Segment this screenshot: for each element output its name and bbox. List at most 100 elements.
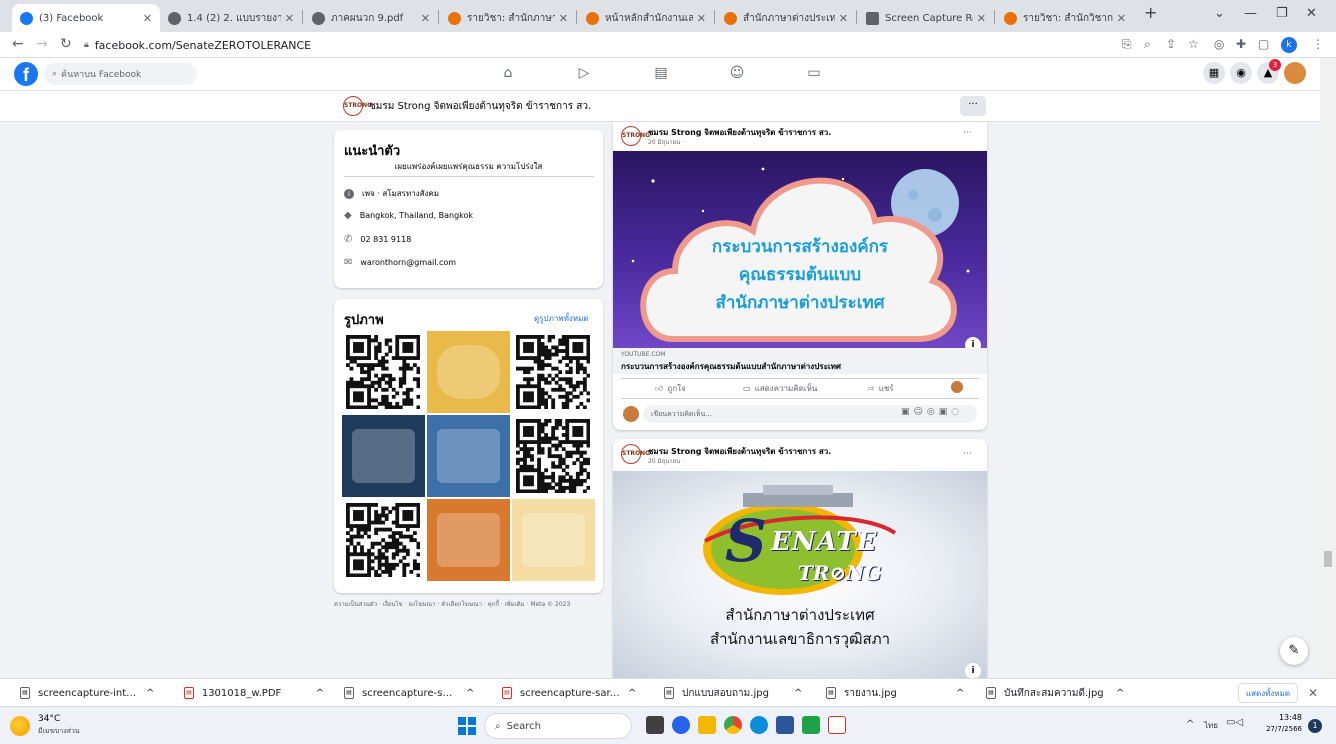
page-scrollbar[interactable] <box>1320 58 1336 678</box>
tab-search-icon[interactable]: ⌄ <box>1214 6 1225 21</box>
download-item[interactable]: ▤ 1301018_w.PDF ^ <box>184 683 324 703</box>
scrollbar-thumb[interactable] <box>1324 551 1332 567</box>
photo-thumbnail[interactable] <box>342 415 425 497</box>
close-tab-icon[interactable]: ✕ <box>285 12 294 25</box>
back-button[interactable]: ← <box>12 36 24 52</box>
gaming-icon[interactable]: ▭ <box>806 65 822 81</box>
photo-thumbnail[interactable] <box>427 499 510 581</box>
photo-thumbnail[interactable] <box>427 331 510 413</box>
download-item[interactable]: ▤ ปกแบบสอบถาม.jpg ^ <box>664 683 810 703</box>
download-item[interactable]: ▤ รายงาน.jpg ^ <box>826 683 970 703</box>
task-view-icon[interactable] <box>646 716 664 734</box>
post-author[interactable]: ชมรม Strong จิตพอเพียงต้านทุจริต ข้าราชก… <box>648 126 938 139</box>
file-explorer-icon[interactable] <box>698 716 716 734</box>
info-icon[interactable]: i <box>965 663 981 678</box>
profile-avatar[interactable]: k <box>1281 37 1297 53</box>
tab-course-foreign[interactable]: รายวิชา: สำนักภาษาต่างประเทศ ✕ <box>440 4 576 32</box>
share-button[interactable]: ⇨ แชร์ <box>868 382 894 395</box>
windows-start-icon[interactable] <box>458 717 476 735</box>
chrome-icon[interactable] <box>724 716 742 734</box>
weather-temp[interactable]: 34°C <box>38 714 60 724</box>
sidepanel-icon[interactable]: ▢ <box>1258 37 1269 51</box>
tab-pdf[interactable]: ภาคผนวก 9.pdf ✕ <box>304 4 438 32</box>
comment-attach-icons[interactable]: ▣☺◎▣◌ <box>901 407 963 417</box>
close-tab-icon[interactable]: ✕ <box>559 12 568 25</box>
post-image[interactable]: S ENATE TR⊘NG สำนักภาษาต่างประเทศ สำนักง… <box>613 471 987 678</box>
qr-code-photo[interactable] <box>342 499 425 581</box>
photo-thumbnail[interactable] <box>512 499 595 581</box>
line-icon[interactable] <box>802 716 820 734</box>
post-author-avatar[interactable]: STRONG <box>621 126 650 146</box>
weather-desc[interactable]: มีเมฆบางส่วน <box>38 726 80 737</box>
restore-button[interactable]: ❐ <box>1276 6 1288 21</box>
close-download-bar-icon[interactable]: ✕ <box>1308 683 1318 703</box>
download-item[interactable]: ▤ บันทึกสะสมความดี.jpg ^ <box>986 683 1130 703</box>
tray-overflow-icon[interactable]: ^ <box>1186 719 1194 730</box>
camera-extension-icon[interactable]: ◎ <box>1214 37 1224 51</box>
account-avatar[interactable] <box>1284 62 1306 84</box>
groups-icon[interactable]: ☺ <box>729 65 745 81</box>
notifications-bell-icon[interactable]: ▲ 3 <box>1257 59 1281 84</box>
messenger-icon[interactable]: ◉ <box>1230 62 1252 84</box>
qr-code-photo[interactable] <box>512 415 595 497</box>
post-more-button[interactable]: ··· <box>963 128 972 138</box>
download-item[interactable]: ▤screencapture-sar....pdf^ <box>502 683 646 703</box>
edge-icon[interactable] <box>750 716 768 734</box>
reaction-profile-avatar[interactable] <box>951 381 963 393</box>
page-more-button[interactable]: ··· <box>960 96 986 116</box>
url-field[interactable]: 🔒︎ facebook.com/SenateZEROTOLERANCE <box>84 35 1104 55</box>
comment-input[interactable]: เขียนความคิดเห็น... ▣☺◎▣◌ <box>643 405 977 423</box>
forward-button[interactable]: → <box>36 36 48 52</box>
reload-button[interactable]: ↻ <box>60 36 72 52</box>
see-all-photos-link[interactable]: ดูรูปภาพทั้งหมด <box>534 312 589 325</box>
close-tab-icon[interactable]: ✕ <box>977 12 986 25</box>
home-icon[interactable]: ⌂ <box>500 65 516 81</box>
post-video-thumbnail[interactable]: กระบวนการสร้างองค์กร คุณธรรมต้นแบบ สำนัก… <box>613 151 987 348</box>
minimize-button[interactable]: — <box>1244 6 1257 21</box>
tab-report[interactable]: 1.4 (2) 2. แบบรายงานผลการ ✕ <box>160 4 302 32</box>
info-icon[interactable]: i <box>965 337 981 348</box>
qr-code-photo[interactable] <box>342 331 425 413</box>
tab-academic[interactable]: รายวิชา: สำนักวิชาการ ✕ <box>996 4 1134 32</box>
marketplace-icon[interactable]: ▤ <box>653 65 669 81</box>
close-tab-icon[interactable]: ✕ <box>1117 12 1126 25</box>
close-tab-icon[interactable]: ✕ <box>697 12 706 25</box>
tab-screen-capture[interactable]: Screen Capture Result ✕ <box>858 4 994 32</box>
new-message-button[interactable]: ✎ <box>1280 637 1308 665</box>
word-icon[interactable] <box>776 716 794 734</box>
close-tab-icon[interactable]: ✕ <box>421 12 430 25</box>
page-title-group[interactable]: STRONG ชมรม Strong จิตพอเพียงต้านทุจริต … <box>343 96 591 116</box>
install-icon[interactable]: ⎘ <box>1122 37 1132 52</box>
tab-senate-home[interactable]: หน้าหลักสำนักงานเลขาธิการ ✕ <box>578 4 714 32</box>
post-author[interactable]: ชมรม Strong จิตพอเพียงต้านทุจริต ข้าราชก… <box>648 445 938 458</box>
share-page-icon[interactable]: ⇪ <box>1166 37 1176 51</box>
clock-time[interactable]: 13:48 <box>1274 713 1302 722</box>
new-tab-button[interactable]: + <box>1144 3 1157 22</box>
network-volume-icon[interactable]: ▭◁ <box>1226 717 1243 728</box>
tab-foreign-office[interactable]: สำนักภาษาต่างประเทศ ✕ <box>716 4 856 32</box>
notification-center-badge[interactable]: 1 <box>1308 719 1322 733</box>
facebook-logo-icon[interactable]: f <box>14 62 38 86</box>
extensions-puzzle-icon[interactable]: ✚ <box>1236 37 1246 51</box>
weather-icon[interactable] <box>10 716 30 736</box>
acrobat-icon[interactable] <box>828 716 846 734</box>
show-all-downloads-button[interactable]: แสดงทั้งหมด <box>1238 683 1298 703</box>
post-author-avatar[interactable]: STRONG <box>621 444 650 464</box>
bookmark-star-icon[interactable]: ☆ <box>1188 37 1199 51</box>
facebook-search-input[interactable]: ⌕ ค้นหาบน Facebook <box>44 63 197 85</box>
close-tab-icon[interactable]: ✕ <box>143 12 152 25</box>
taskbar-search[interactable]: ⌕ Search <box>484 713 632 739</box>
clock-date[interactable]: 27/7/2566 <box>1256 725 1302 733</box>
chat-icon[interactable] <box>672 716 690 734</box>
download-item[interactable]: ▤screencapture-sar....png^ <box>344 683 484 703</box>
chrome-menu-icon[interactable]: ⋮ <box>1312 37 1324 51</box>
download-item[interactable]: ▤screencapture-intr....png^ <box>20 683 168 703</box>
link-preview[interactable]: YOUTUBE.COM กระบวนการสร้างองค์กรคุณธรรมต… <box>613 348 987 374</box>
zoom-icon[interactable]: ⌕ <box>1144 37 1151 52</box>
input-language[interactable]: ไทย <box>1204 719 1218 732</box>
close-tab-icon[interactable]: ✕ <box>839 12 848 25</box>
intro-email[interactable]: ✉ waronthorn@gmail.com <box>344 257 456 268</box>
tab-facebook[interactable]: (3) Facebook ✕ <box>12 4 160 32</box>
post-more-button[interactable]: ··· <box>963 449 972 459</box>
photo-thumbnail[interactable] <box>427 415 510 497</box>
